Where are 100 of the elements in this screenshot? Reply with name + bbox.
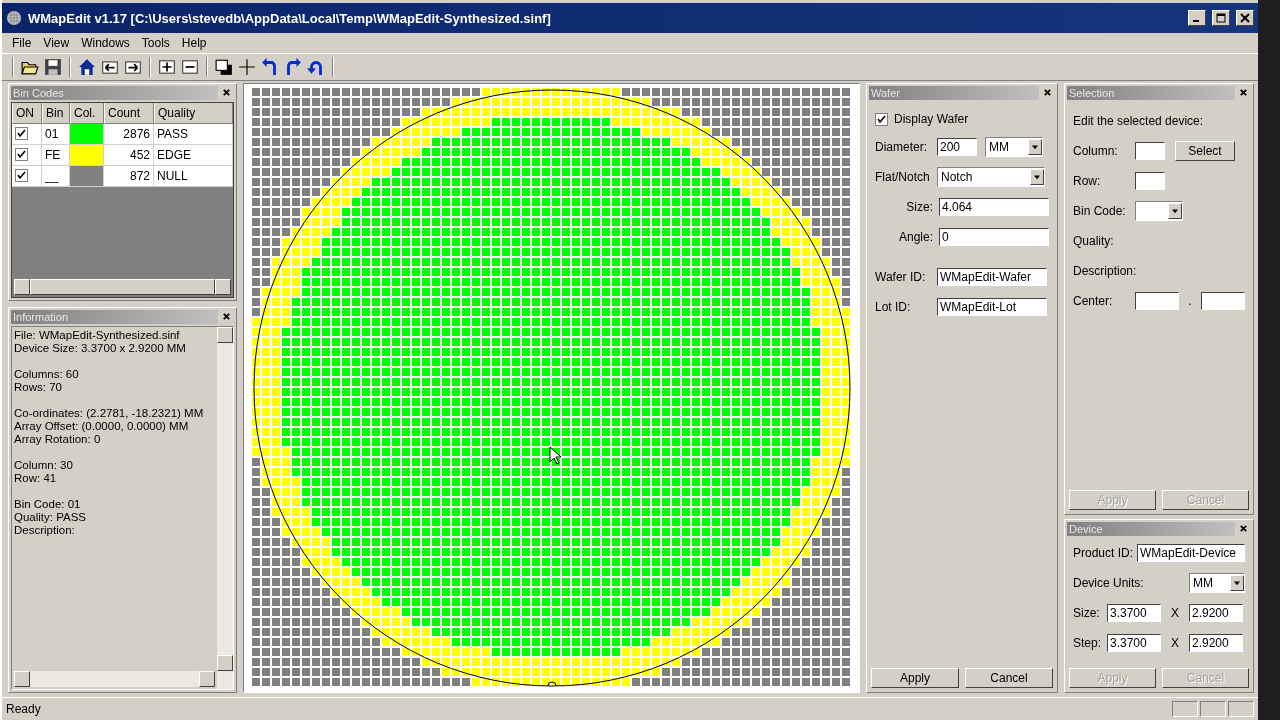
- panel-title: Bin Codes: [13, 87, 64, 99]
- zoom-out-icon[interactable]: [181, 58, 199, 76]
- row-field[interactable]: [1135, 172, 1165, 190]
- column-field[interactable]: [1135, 142, 1165, 160]
- arrow-right-icon[interactable]: [124, 58, 142, 76]
- status-pane: [1172, 701, 1198, 717]
- field-label: Description:: [1073, 264, 1137, 278]
- close-icon[interactable]: [222, 88, 232, 97]
- field-label: Lot ID:: [875, 300, 912, 314]
- field-label: Device Units:: [1073, 576, 1144, 590]
- scroll-right-button[interactable]: [215, 279, 232, 295]
- table-cell: NULL: [154, 166, 234, 187]
- scroll-left-button[interactable]: [14, 279, 30, 295]
- panel-title: Selection: [1069, 87, 1115, 99]
- save-icon[interactable]: [44, 58, 62, 76]
- info-line: Row: 41: [14, 472, 58, 485]
- separator-text: X: [1170, 636, 1180, 650]
- field-label: Angle:: [897, 230, 933, 244]
- separator-text: .: [1187, 294, 1193, 308]
- diameter-field[interactable]: 200: [937, 138, 977, 156]
- field-label: Quality:: [1073, 234, 1115, 248]
- minimize-button[interactable]: [1188, 10, 1206, 26]
- field-label: Column:: [1073, 144, 1119, 158]
- menu-item[interactable]: File: [6, 36, 38, 50]
- product-id-field[interactable]: WMapEdit-Device: [1137, 544, 1245, 562]
- undo-icon[interactable]: [261, 58, 279, 76]
- center-x-field[interactable]: [1135, 292, 1179, 310]
- info-line: Co-ordinates: (2.2781, -18.2321) MM: [14, 407, 205, 420]
- checkbox[interactable]: [15, 148, 28, 161]
- home-icon[interactable]: [78, 58, 96, 76]
- menu-item[interactable]: Windows: [75, 36, 136, 50]
- checkbox[interactable]: [15, 169, 28, 182]
- field-label: Product ID:: [1073, 546, 1133, 560]
- panel-title: Device: [1069, 523, 1103, 535]
- close-button[interactable]: [1236, 10, 1254, 26]
- field-label: Center:: [1073, 294, 1114, 308]
- menu-item[interactable]: View: [37, 36, 76, 50]
- field-label: Step:: [1073, 636, 1103, 650]
- close-icon[interactable]: [1239, 524, 1248, 533]
- flat-notch-dropdown[interactable]: Notch: [937, 167, 1045, 187]
- scroll-down-button[interactable]: [217, 655, 234, 671]
- checkbox[interactable]: [875, 112, 888, 126]
- panel-title: Information: [13, 311, 69, 323]
- info-line: File: WMapEdit-Synthesized.sinf: [14, 329, 181, 342]
- lot-id-field[interactable]: WMapEdit-Lot: [937, 298, 1047, 316]
- checkbox-label: Display Wafer: [894, 112, 969, 126]
- wafer-map-drawing[interactable]: [251, 88, 851, 687]
- wafer-icon: [6, 10, 22, 26]
- vertical-scrollbar[interactable]: [217, 327, 234, 689]
- status-pane: [1200, 701, 1226, 717]
- unit-dropdown[interactable]: MM: [985, 137, 1043, 157]
- redo-icon[interactable]: [284, 58, 302, 76]
- apply-button[interactable]: Apply: [871, 668, 959, 688]
- close-icon[interactable]: [1239, 88, 1248, 97]
- field-label: Row:: [1073, 174, 1102, 188]
- menu-item[interactable]: Tools: [135, 36, 176, 50]
- device-units-dropdown[interactable]: MM: [1189, 573, 1245, 593]
- status-text: Ready: [6, 702, 42, 716]
- crosshair-icon[interactable]: [238, 58, 256, 76]
- horizontal-scrollbar[interactable]: [14, 671, 216, 687]
- info-line: Description:: [14, 524, 76, 537]
- checkbox[interactable]: [15, 127, 28, 140]
- info-line: Rows: 70: [14, 381, 63, 394]
- maximize-button[interactable]: [1212, 10, 1230, 26]
- table-cell: 872: [104, 166, 154, 187]
- select-button[interactable]: Select: [1175, 141, 1235, 161]
- field-label: Flat/Notch: [875, 170, 931, 184]
- window-title: WMapEdit v1.17 [C:\Users\stevedb\AppData\Local\Temp\WMapEdit-Synthesized.sinf]: [28, 10, 552, 26]
- close-icon[interactable]: [1043, 88, 1052, 97]
- zoom-in-icon[interactable]: [158, 58, 176, 76]
- size-height-field[interactable]: 2.9200: [1189, 604, 1243, 622]
- field-label: Size:: [905, 200, 933, 214]
- close-icon[interactable]: [222, 312, 232, 321]
- maximize-icon: [1216, 13, 1226, 23]
- field-label: Wafer ID:: [875, 270, 927, 284]
- menu-item[interactable]: Help: [175, 36, 213, 50]
- field-label: Bin Code:: [1073, 204, 1127, 218]
- arrow-left-icon[interactable]: [101, 58, 119, 76]
- separator-text: X: [1170, 606, 1180, 620]
- instruction-text: Edit the selected device:: [1073, 114, 1204, 128]
- close-icon: [1240, 13, 1250, 23]
- overlapping-squares-icon[interactable]: [215, 58, 233, 76]
- step-height-field[interactable]: 2.9200: [1189, 634, 1243, 652]
- rotate-icon[interactable]: [307, 58, 325, 76]
- bin-code-dropdown[interactable]: [1135, 201, 1183, 221]
- info-line: Device Size: 3.3700 x 2.9200 MM: [14, 342, 187, 355]
- center-y-field[interactable]: [1201, 292, 1245, 310]
- scroll-left-button[interactable]: [14, 671, 30, 687]
- wafer-id-field[interactable]: WMapEdit-Wafer: [937, 268, 1047, 286]
- size-field[interactable]: 4.064: [939, 198, 1049, 216]
- size-width-field[interactable]: 3.3700: [1107, 604, 1161, 622]
- scroll-up-button[interactable]: [217, 327, 234, 343]
- field-label: Diameter:: [875, 140, 928, 154]
- step-width-field[interactable]: 3.3700: [1107, 634, 1161, 652]
- angle-field[interactable]: 0: [939, 228, 1049, 246]
- cursor-icon: [549, 446, 562, 465]
- cancel-button[interactable]: Cancel: [965, 668, 1053, 688]
- scroll-right-button[interactable]: [199, 671, 216, 687]
- info-line: Quality: PASS: [14, 511, 87, 524]
- minimize-icon: [1193, 20, 1199, 22]
